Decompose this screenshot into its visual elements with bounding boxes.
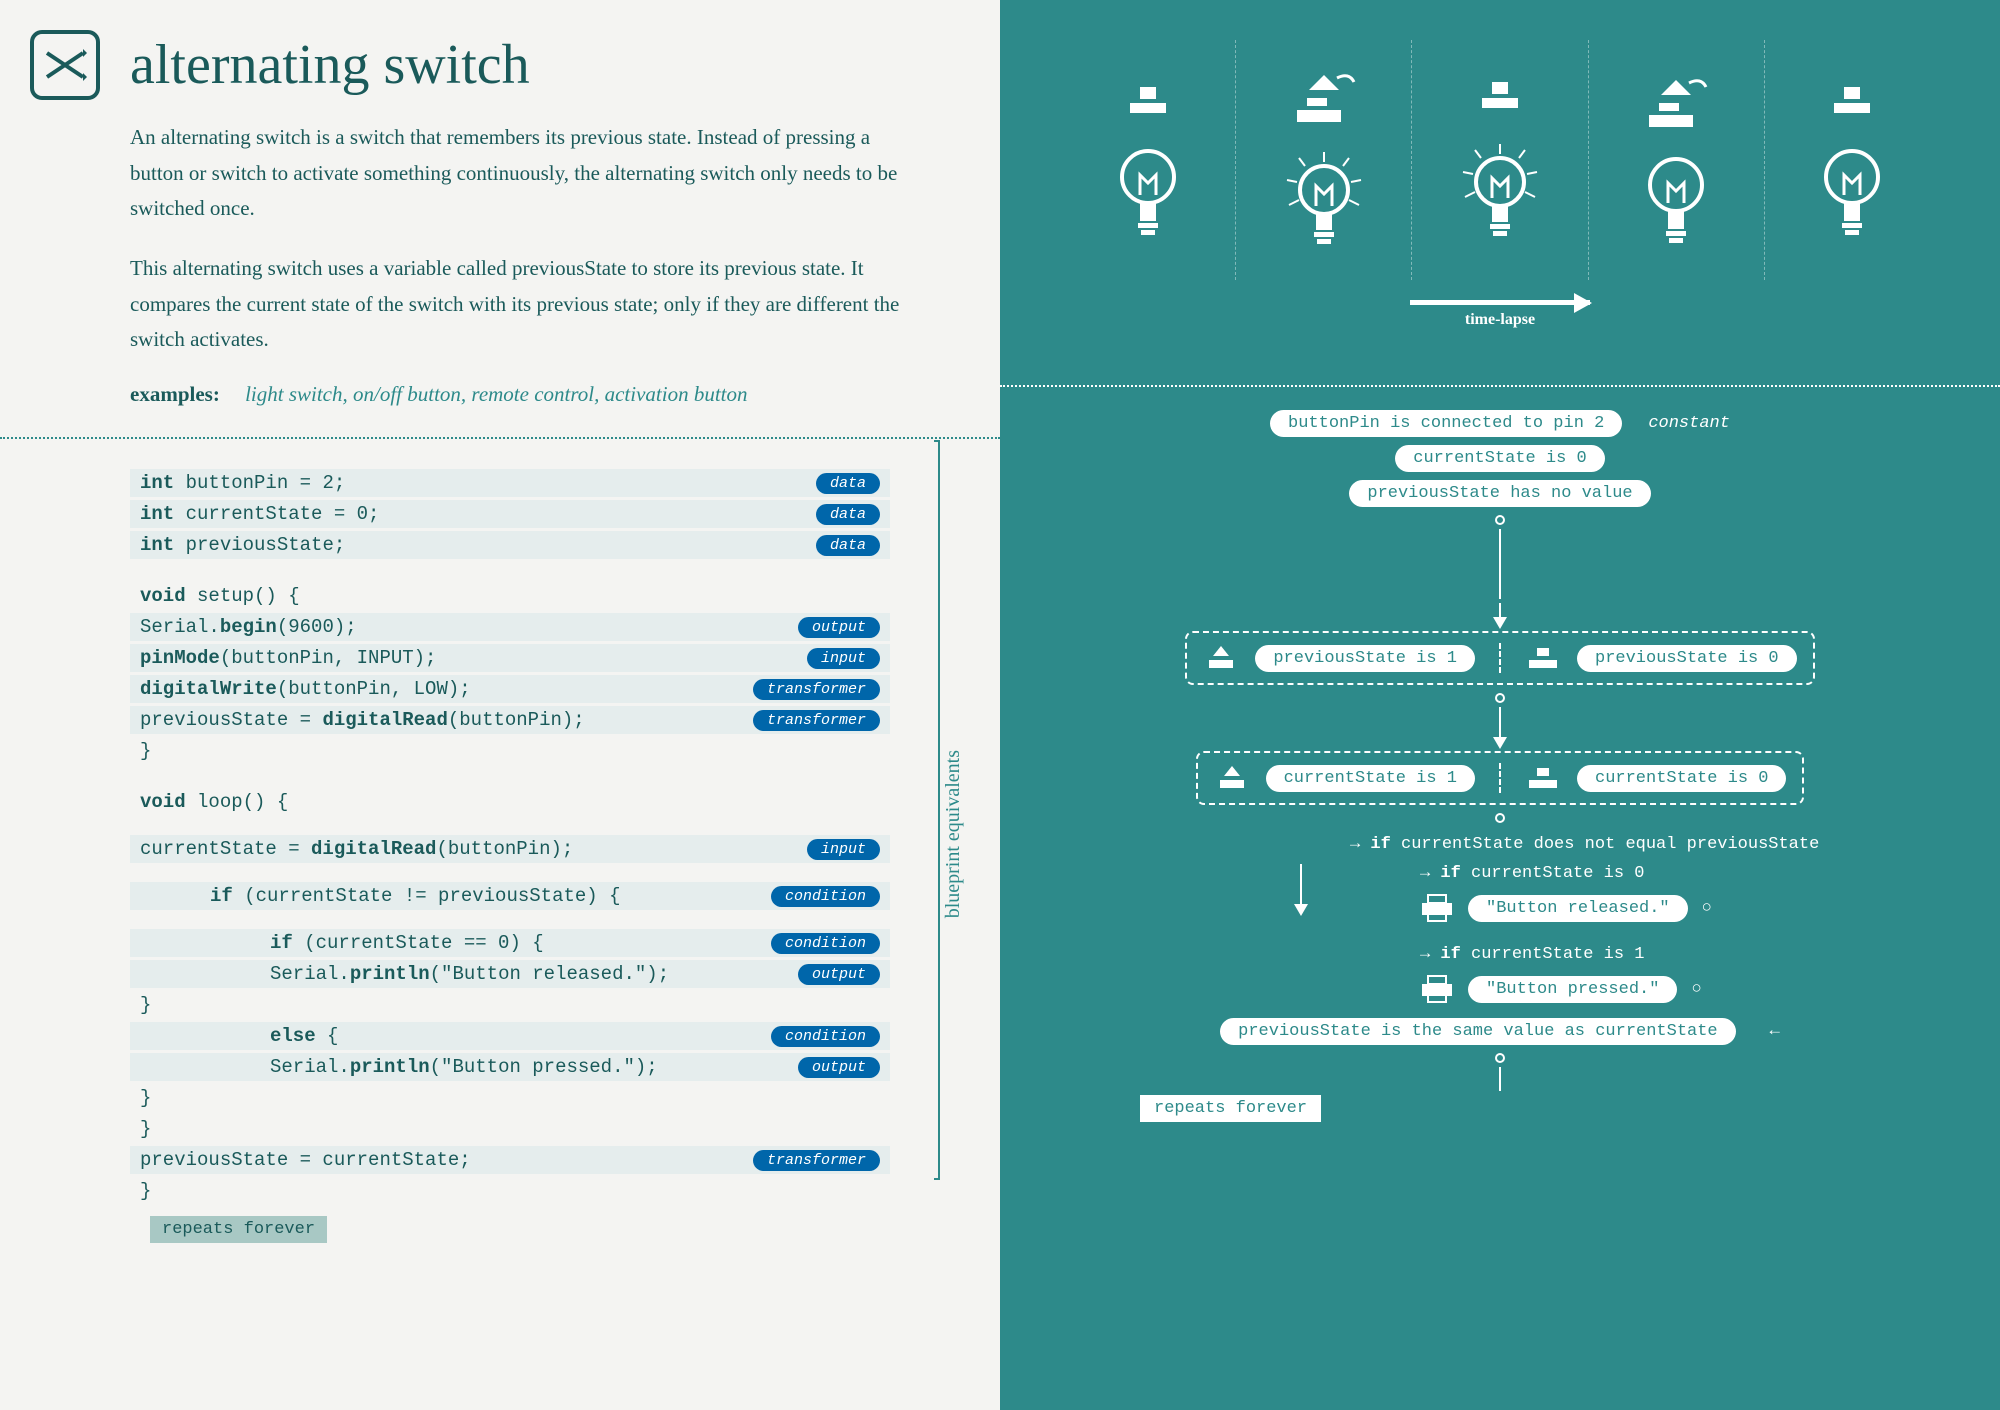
- blueprint-bracket: [934, 440, 940, 1180]
- tag-condition: condition: [771, 886, 880, 907]
- flow-node: previousState has no value: [1000, 480, 2000, 507]
- divider: [1000, 385, 2000, 387]
- state-cell: [1236, 40, 1412, 280]
- tag-data: data: [816, 535, 880, 556]
- bulb-on-icon: [1279, 150, 1369, 250]
- blueprint-label: blueprint equivalents: [942, 750, 965, 918]
- examples-label: examples:: [130, 382, 220, 406]
- flow-node: currentState is 0: [1000, 445, 2000, 472]
- code-line: int buttonPin = 2;data: [130, 469, 890, 497]
- code-line: previousState = digitalRead(buttonPin);t…: [130, 706, 890, 734]
- bulb-off-icon: [1822, 147, 1882, 237]
- printer-icon: [1420, 893, 1454, 923]
- flow-condition: → if currentState is 0: [1420, 864, 2000, 883]
- tag-input: input: [807, 648, 880, 669]
- code-line: }: [130, 991, 890, 1019]
- code-line: else {condition: [130, 1022, 890, 1050]
- code-line: Serial.begin(9600);output: [130, 613, 890, 641]
- illustration: time-lapse: [1000, 0, 2000, 349]
- divider: [0, 437, 1000, 439]
- state-cell: [1765, 40, 1940, 280]
- bulb-on-icon: [1455, 142, 1545, 242]
- tag-transformer: transformer: [753, 710, 880, 731]
- tag-output: output: [798, 964, 880, 985]
- left-panel: alternating switch An alternating switch…: [0, 0, 1000, 1410]
- examples: examples: light switch, on/off button, r…: [130, 382, 970, 407]
- tag-output: output: [798, 617, 880, 638]
- right-panel: time-lapse buttonPin is connected to pin…: [1000, 0, 2000, 1410]
- code-line: int previousState;data: [130, 531, 890, 559]
- state-cell: [1589, 40, 1765, 280]
- code-line: }: [130, 1115, 890, 1143]
- button-icon: [1525, 644, 1561, 672]
- code-line: }: [130, 737, 890, 765]
- button-press-icon: [1641, 75, 1711, 135]
- flow-condition: → if currentState does not equal previou…: [1350, 835, 2000, 854]
- code-line: Serial.println("Button released.");outpu…: [130, 960, 890, 988]
- tag-transformer: transformer: [753, 679, 880, 700]
- page-title: alternating switch: [130, 33, 530, 97]
- code-line: previousState = currentState;transformer: [130, 1146, 890, 1174]
- repeats-forever-badge: repeats forever: [1140, 1095, 1321, 1122]
- switch-icon: [30, 30, 100, 100]
- button-up-icon: [1126, 83, 1170, 117]
- flow-node: buttonPin is connected to pin 2 constant: [1000, 410, 2000, 437]
- code-line: void setup() {: [130, 582, 890, 610]
- bulb-off-icon: [1118, 147, 1178, 237]
- code-line: }: [130, 1084, 890, 1112]
- tag-data: data: [816, 473, 880, 494]
- button-press-icon: [1289, 70, 1359, 130]
- description-p1: An alternating switch is a switch that r…: [130, 120, 910, 227]
- button-icon: [1525, 764, 1561, 792]
- tag-condition: condition: [771, 933, 880, 954]
- description-p2: This alternating switch uses a variable …: [130, 251, 910, 358]
- tag-input: input: [807, 839, 880, 860]
- constant-label: constant: [1648, 414, 1730, 433]
- code-line: void loop() {: [130, 788, 890, 816]
- printer-icon: [1420, 974, 1454, 1004]
- code-line: if (currentState == 0) {condition: [130, 929, 890, 957]
- code-line: int currentState = 0;data: [130, 500, 890, 528]
- code-line: pinMode(buttonPin, INPUT);input: [130, 644, 890, 672]
- button-up-icon: [1478, 78, 1522, 112]
- code-line: if (currentState != previousState) {cond…: [130, 882, 890, 910]
- header: alternating switch: [30, 30, 970, 100]
- time-lapse: [1410, 300, 1590, 305]
- tag-condition: condition: [771, 1026, 880, 1047]
- hand-press-icon: [1203, 644, 1239, 672]
- code-line: currentState = digitalRead(buttonPin);in…: [130, 835, 890, 863]
- tag-output: output: [798, 1057, 880, 1078]
- code-line: digitalWrite(buttonPin, LOW);transformer: [130, 675, 890, 703]
- flow-branch: previousState is 1 previousState is 0: [1000, 631, 2000, 685]
- examples-text: light switch, on/off button, remote cont…: [245, 382, 747, 406]
- state-cell: [1412, 40, 1588, 280]
- arrow-icon: [1410, 300, 1590, 305]
- flowchart: buttonPin is connected to pin 2 constant…: [1000, 410, 2000, 1410]
- tag-transformer: transformer: [753, 1150, 880, 1171]
- code-block: int buttonPin = 2;data int currentState …: [130, 469, 890, 1243]
- state-cell: [1060, 40, 1236, 280]
- bulb-off-icon: [1646, 155, 1706, 245]
- code-line: Serial.println("Button pressed.");output: [130, 1053, 890, 1081]
- button-up-icon: [1830, 83, 1874, 117]
- code-line: }: [130, 1177, 890, 1205]
- tag-data: data: [816, 504, 880, 525]
- flow-branch: currentState is 1 currentState is 0: [1000, 751, 2000, 805]
- hand-press-icon: [1214, 764, 1250, 792]
- repeats-forever-badge: repeats forever: [150, 1216, 327, 1243]
- time-lapse-label: time-lapse: [1465, 311, 1535, 329]
- flow-node: previousState is the same value as curre…: [1000, 1018, 2000, 1045]
